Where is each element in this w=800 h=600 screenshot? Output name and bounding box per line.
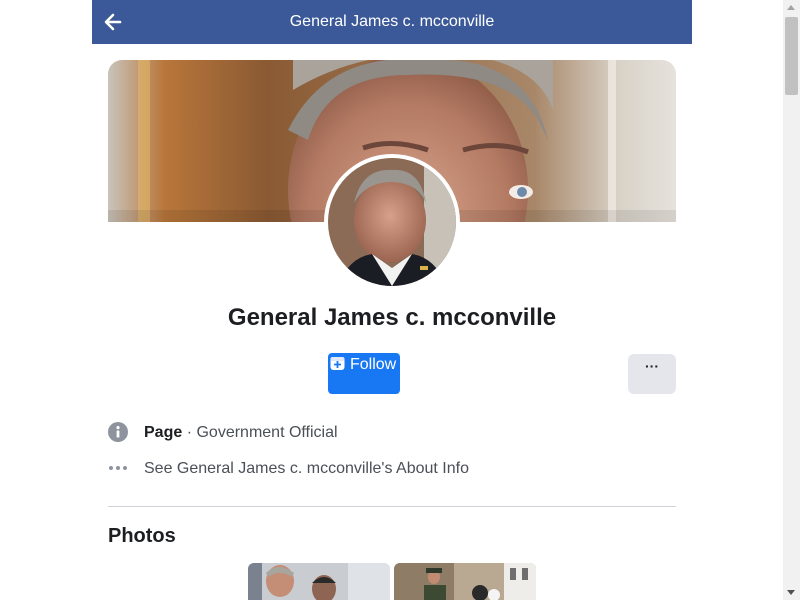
photo-thumbnail[interactable] xyxy=(248,563,390,600)
follow-plus-icon xyxy=(330,357,345,370)
page-type-label: Page xyxy=(144,424,183,441)
follow-button[interactable]: Follow xyxy=(328,353,400,394)
about-info-text: See General James c. mcconville's About … xyxy=(144,460,469,477)
scroll-down-arrow-icon[interactable] xyxy=(787,590,795,595)
section-divider xyxy=(108,506,676,507)
photos-heading: Photos xyxy=(108,525,176,547)
profile-name: General James c. mcconville xyxy=(227,304,557,331)
info-separator: · xyxy=(182,424,197,441)
follow-label: Follow xyxy=(350,356,397,373)
info-circle-icon xyxy=(108,422,128,442)
ellipsis-icon xyxy=(109,466,127,470)
photo-thumbnail[interactable] xyxy=(394,563,536,600)
profile-picture[interactable] xyxy=(324,154,460,290)
top-app-bar: General James c. mcconville xyxy=(92,0,692,44)
page-scrollbar[interactable] xyxy=(783,0,800,600)
scroll-up-arrow-icon[interactable] xyxy=(787,5,795,10)
more-options-button[interactable]: ··· xyxy=(628,354,676,394)
more-dots-icon: ··· xyxy=(645,358,659,374)
page-category: Government Official xyxy=(196,424,338,441)
header-title: General James c. mcconville xyxy=(289,13,495,30)
scrollbar-thumb[interactable] xyxy=(785,17,798,95)
